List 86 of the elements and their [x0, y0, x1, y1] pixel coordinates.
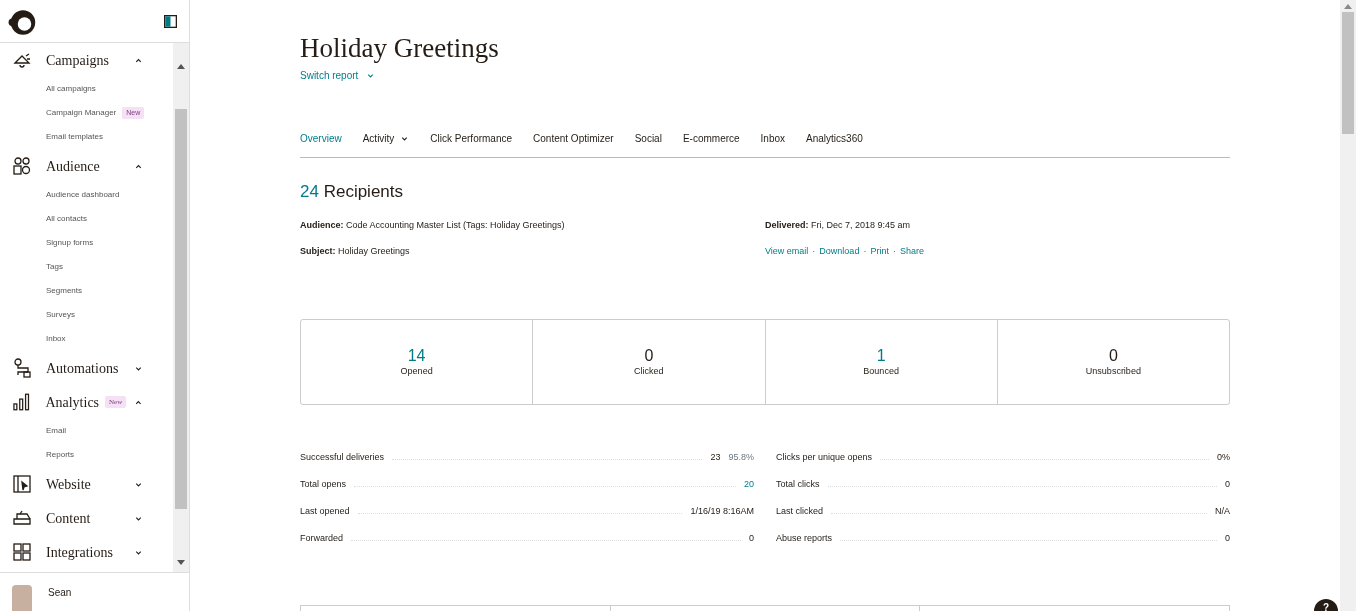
report-title: Holiday Greetings — [300, 32, 500, 65]
stat-value: 0 — [1225, 531, 1230, 545]
stat-label: Total opens — [300, 477, 347, 491]
stat-value: 23 — [710, 450, 721, 464]
report-link[interactable]: Share — [899, 246, 924, 257]
report-tab[interactable]: Social — [634, 131, 662, 147]
sidebar-item[interactable]: Audience dashboard — [46, 189, 120, 201]
summary-label: Opened — [400, 364, 433, 378]
sidebar-section-label[interactable]: Website — [46, 473, 134, 495]
sidebar-item[interactable]: Inbox — [46, 333, 66, 345]
report-tab[interactable]: E-commerce — [682, 131, 740, 147]
sidebar-item[interactable]: Reports — [46, 449, 74, 461]
sidebar-section-label[interactable]: Analytics — [45, 391, 100, 413]
stat-value: N/A — [1215, 504, 1230, 518]
stat-label: Last opened — [300, 504, 350, 518]
switch-report-link[interactable]: Switch report — [300, 68, 376, 84]
summary-value: 0 — [644, 345, 654, 365]
detail-line: Subject: Holiday Greetings — [300, 245, 411, 259]
recipients-heading: 24 Recipients — [300, 181, 405, 204]
stat-value: 0 — [1225, 477, 1230, 491]
sidebar-item[interactable]: Email — [46, 425, 66, 437]
summary-value: 1 — [876, 345, 886, 365]
summary-value: 0 — [1108, 345, 1118, 365]
scroll-up-icon[interactable] — [1344, 3, 1352, 9]
sidebar-item[interactable]: Email templates — [46, 131, 103, 143]
sidebar-section[interactable]: Integrations — [0, 535, 173, 569]
separator: · — [863, 246, 867, 257]
help-button[interactable]: ? — [1314, 599, 1338, 611]
sidebar-item[interactable]: Segments — [46, 285, 83, 297]
report-link[interactable]: Print — [870, 246, 889, 257]
grid-icon — [12, 542, 32, 562]
report-link[interactable]: View email — [765, 246, 809, 257]
sidebar-item[interactable]: Tags — [46, 261, 63, 273]
browser-icon — [12, 474, 32, 494]
sidebar-item[interactable]: Campaign Manager — [46, 107, 117, 119]
user-name: Sean — [48, 586, 72, 600]
bar-chart-icon — [12, 392, 32, 412]
stat-percent: 95.8% — [728, 450, 754, 464]
sidebar-section-label[interactable]: Campaigns — [46, 49, 134, 71]
sidebar-item[interactable]: Surveys — [46, 309, 75, 321]
summary-label: Clicked — [634, 364, 664, 378]
stat-label: Total clicks — [776, 477, 820, 491]
stat-label: Clicks per unique opens — [776, 450, 873, 464]
detail-line: Audience: Code Accounting Master List (Tags: Holiday Greetings) — [300, 218, 566, 232]
sidebar-section[interactable]: Campaigns — [0, 43, 173, 77]
stat-label: Forwarded — [300, 531, 344, 545]
stat-value: 0 — [749, 531, 754, 545]
sidebar-item[interactable]: Signup forms — [46, 237, 94, 249]
sidebar-item[interactable]: All campaigns — [46, 83, 96, 95]
report-tab[interactable]: Inbox — [760, 131, 786, 147]
sidebar-item[interactable]: All contacts — [46, 213, 87, 225]
stat-label: Successful deliveries — [300, 450, 385, 464]
sidebar-section-label[interactable]: Audience — [46, 155, 134, 177]
stat-value: 20 — [744, 477, 754, 491]
summary-label: Unsubscribed — [1085, 364, 1141, 378]
sidebar-section-label[interactable]: Integrations — [46, 541, 134, 563]
stat-value: 0% — [1217, 450, 1230, 464]
separator: · — [812, 246, 816, 257]
sidebar-section[interactable]: Website — [0, 467, 173, 501]
sidebar-section[interactable]: Content — [0, 501, 173, 535]
avatar-photo — [12, 585, 32, 611]
report-tab[interactable]: Content Optimizer — [533, 131, 614, 147]
stat-label: Abuse reports — [776, 531, 833, 545]
sidebar-section[interactable]: Automations — [0, 351, 173, 385]
report-link[interactable]: Download — [819, 246, 860, 257]
chevron-down-icon — [366, 71, 376, 81]
panel-toggle-icon — [164, 14, 177, 28]
report-tab[interactable]: Activity — [362, 131, 410, 147]
stat-value: 1/16/19 8:16AM — [690, 504, 754, 518]
flow-icon — [12, 358, 32, 378]
detail-line: Delivered: Fri, Dec 7, 2018 9:45 am — [765, 218, 912, 232]
scroll-up-icon[interactable] — [177, 63, 185, 69]
separator: · — [892, 246, 896, 257]
summary-value: 14 — [407, 345, 426, 365]
people-icon — [12, 156, 32, 176]
scrollbar[interactable] — [173, 43, 189, 572]
summary-label: Bounced — [863, 364, 899, 378]
sidebar-section-label[interactable]: Content — [46, 507, 134, 529]
stack-icon — [12, 508, 32, 528]
sidebar-section[interactable]: Audience — [0, 149, 173, 183]
report-tab[interactable]: Analytics360 — [806, 131, 863, 147]
stat-label: Last clicked — [776, 504, 824, 518]
report-tab[interactable]: Overview — [300, 131, 342, 147]
report-tab[interactable]: Click Performance — [430, 131, 513, 147]
sidebar-section-label[interactable]: Automations — [46, 357, 134, 379]
scroll-down-icon[interactable] — [177, 560, 185, 566]
